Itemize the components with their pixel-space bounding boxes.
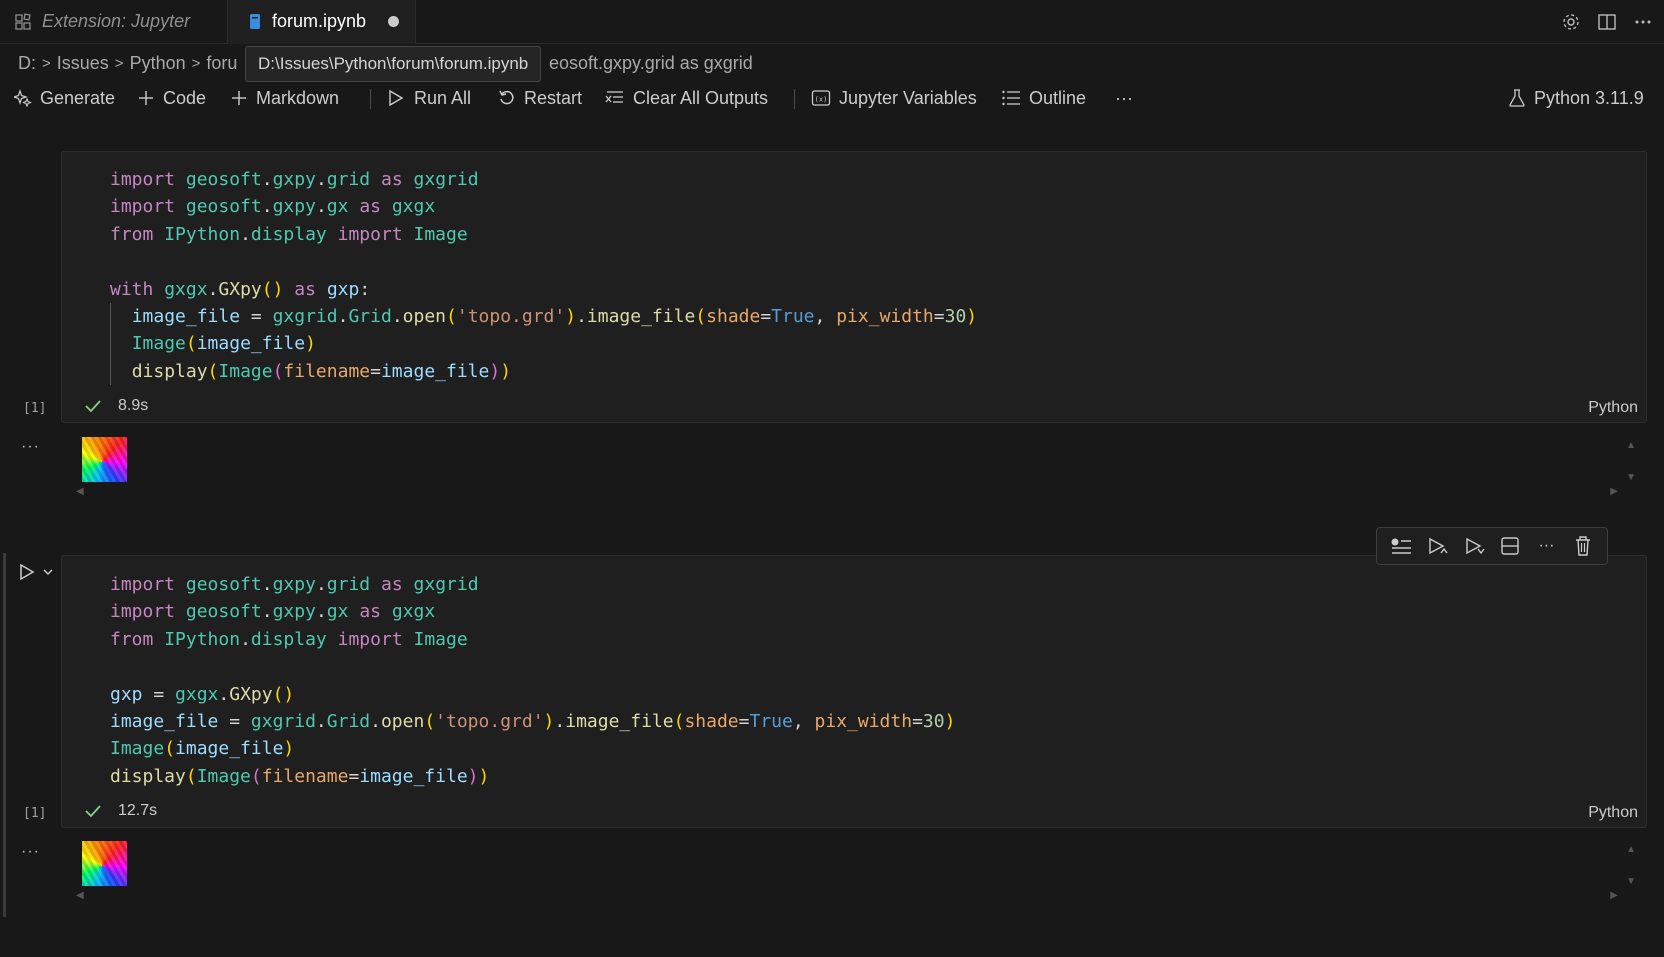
cell-language[interactable]: Python xyxy=(1588,399,1638,417)
check-icon xyxy=(85,400,101,413)
execution-count: [1] xyxy=(23,806,47,821)
clear-all-outputs-button[interactable]: Clear All Outputs xyxy=(605,80,768,116)
breadcrumb-item[interactable]: D: xyxy=(18,53,36,74)
play-icon xyxy=(20,563,35,581)
tab-label: forum.ipynb xyxy=(272,11,367,31)
clear-all-icon xyxy=(605,91,623,103)
scroll-left-icon[interactable]: ◀ xyxy=(76,890,84,901)
breadcrumb-item[interactable]: Python xyxy=(130,53,186,74)
kernel-picker[interactable]: Python 3.11.9 xyxy=(1508,80,1644,116)
output-image xyxy=(82,841,127,886)
tab-extension-jupyter[interactable]: Extension: Jupyter xyxy=(0,0,228,43)
markdown-label: Markdown xyxy=(256,87,340,108)
output-collapse-button[interactable]: ··· xyxy=(21,843,40,861)
output-collapse-button[interactable]: ··· xyxy=(21,438,40,456)
flask-icon xyxy=(1509,89,1525,107)
run-all-button[interactable]: Run All xyxy=(386,80,471,116)
cell-focus-indicator xyxy=(3,553,6,917)
restart-icon xyxy=(499,90,514,105)
code-label: Code xyxy=(163,87,207,108)
scroll-left-icon[interactable]: ◀ xyxy=(76,486,84,497)
sparkle-icon xyxy=(14,89,32,107)
run-cell-button[interactable] xyxy=(17,562,55,582)
more-actions-icon[interactable] xyxy=(1632,11,1654,33)
add-code-button[interactable]: Code xyxy=(137,80,206,116)
variables-label: Jupyter Variables xyxy=(839,87,977,108)
chevron-right-icon: > xyxy=(42,54,51,72)
outline-button[interactable]: Outline xyxy=(1001,80,1086,116)
restart-label: Restart xyxy=(524,87,583,108)
svg-text:(x): (x) xyxy=(815,96,828,104)
run-all-label: Run All xyxy=(414,87,472,108)
trash-icon[interactable] xyxy=(1570,533,1596,559)
code-editor-cell-1[interactable]: import geosoft.gxpy.grid as gxgrid impor… xyxy=(110,166,977,385)
notebook-file-icon xyxy=(250,13,260,29)
cell-duration: 8.9s xyxy=(118,397,149,414)
chevron-right-icon: > xyxy=(114,54,124,72)
code-editor-cell-2[interactable]: import geosoft.gxpy.grid as gxgrid impor… xyxy=(110,571,955,790)
cell-language[interactable]: Python xyxy=(1588,804,1638,822)
run-all-icon xyxy=(389,89,404,107)
plus-icon xyxy=(139,91,153,105)
split-editor-icon[interactable] xyxy=(1596,11,1618,33)
chevron-down-icon[interactable] xyxy=(41,565,55,579)
restart-button[interactable]: Restart xyxy=(498,80,582,116)
scroll-right-icon[interactable]: ▶ xyxy=(1610,486,1618,497)
toolbar-more-button[interactable]: ··· xyxy=(1115,80,1133,116)
run-by-line-icon[interactable] xyxy=(1388,533,1414,559)
plus-icon xyxy=(232,91,246,105)
chevron-right-icon: > xyxy=(191,54,201,72)
notebook-toolbar: Generate Code Markdown Run All Restart C… xyxy=(0,80,1664,116)
breadcrumb-item[interactable]: Issues xyxy=(57,53,109,74)
breadcrumb: D: > Issues > Python > foru xyxy=(18,50,237,76)
variables-icon: (x) xyxy=(811,90,831,106)
breadcrumb-item[interactable]: foru xyxy=(206,53,237,74)
scroll-up-icon[interactable]: ▲ xyxy=(1626,440,1636,451)
outline-label: Outline xyxy=(1029,87,1087,108)
jupyter-variables-button[interactable]: (x) Jupyter Variables xyxy=(811,80,977,116)
scroll-down-icon[interactable]: ▼ xyxy=(1626,472,1636,483)
tab-forum-ipynb[interactable]: forum.ipynb xyxy=(228,0,416,44)
generate-button[interactable]: Generate xyxy=(14,80,115,116)
toolbar-divider xyxy=(794,89,795,109)
output-image xyxy=(82,437,127,482)
cell-more-icon[interactable]: ··· xyxy=(1533,533,1559,559)
execute-above-icon[interactable] xyxy=(1424,533,1450,559)
breadcrumb-symbol[interactable]: eosoft.gxpy.grid as gxgrid xyxy=(549,50,753,76)
execution-count: [1] xyxy=(23,401,47,416)
path-tooltip: D:\Issues\Python\forum\forum.ipynb xyxy=(245,46,542,82)
split-cell-icon[interactable] xyxy=(1497,533,1523,559)
list-icon xyxy=(1002,90,1020,106)
extensions-icon xyxy=(15,12,31,30)
execute-below-icon[interactable] xyxy=(1461,533,1487,559)
add-markdown-button[interactable]: Markdown xyxy=(230,80,339,116)
scroll-right-icon[interactable]: ▶ xyxy=(1610,890,1618,901)
unsaved-dot-icon[interactable] xyxy=(388,16,399,27)
cell-status: 12.7s xyxy=(84,802,157,820)
scroll-down-icon[interactable]: ▼ xyxy=(1626,876,1636,887)
tab-label: Extension: Jupyter xyxy=(42,11,191,31)
generate-label: Generate xyxy=(40,87,116,108)
toolbar-divider xyxy=(370,89,371,109)
gear-icon[interactable] xyxy=(1560,11,1582,33)
scroll-up-icon[interactable]: ▲ xyxy=(1626,844,1636,855)
check-icon xyxy=(85,805,101,818)
editor-actions xyxy=(1560,0,1654,43)
cell-toolbar: ··· xyxy=(1376,527,1608,565)
cell-status: 8.9s xyxy=(84,397,148,415)
clear-outputs-label: Clear All Outputs xyxy=(633,87,769,108)
cell-duration: 12.7s xyxy=(118,802,158,819)
tab-bar: Extension: Jupyter forum.ipynb xyxy=(0,0,1664,44)
kernel-label: Python 3.11.9 xyxy=(1534,87,1644,108)
